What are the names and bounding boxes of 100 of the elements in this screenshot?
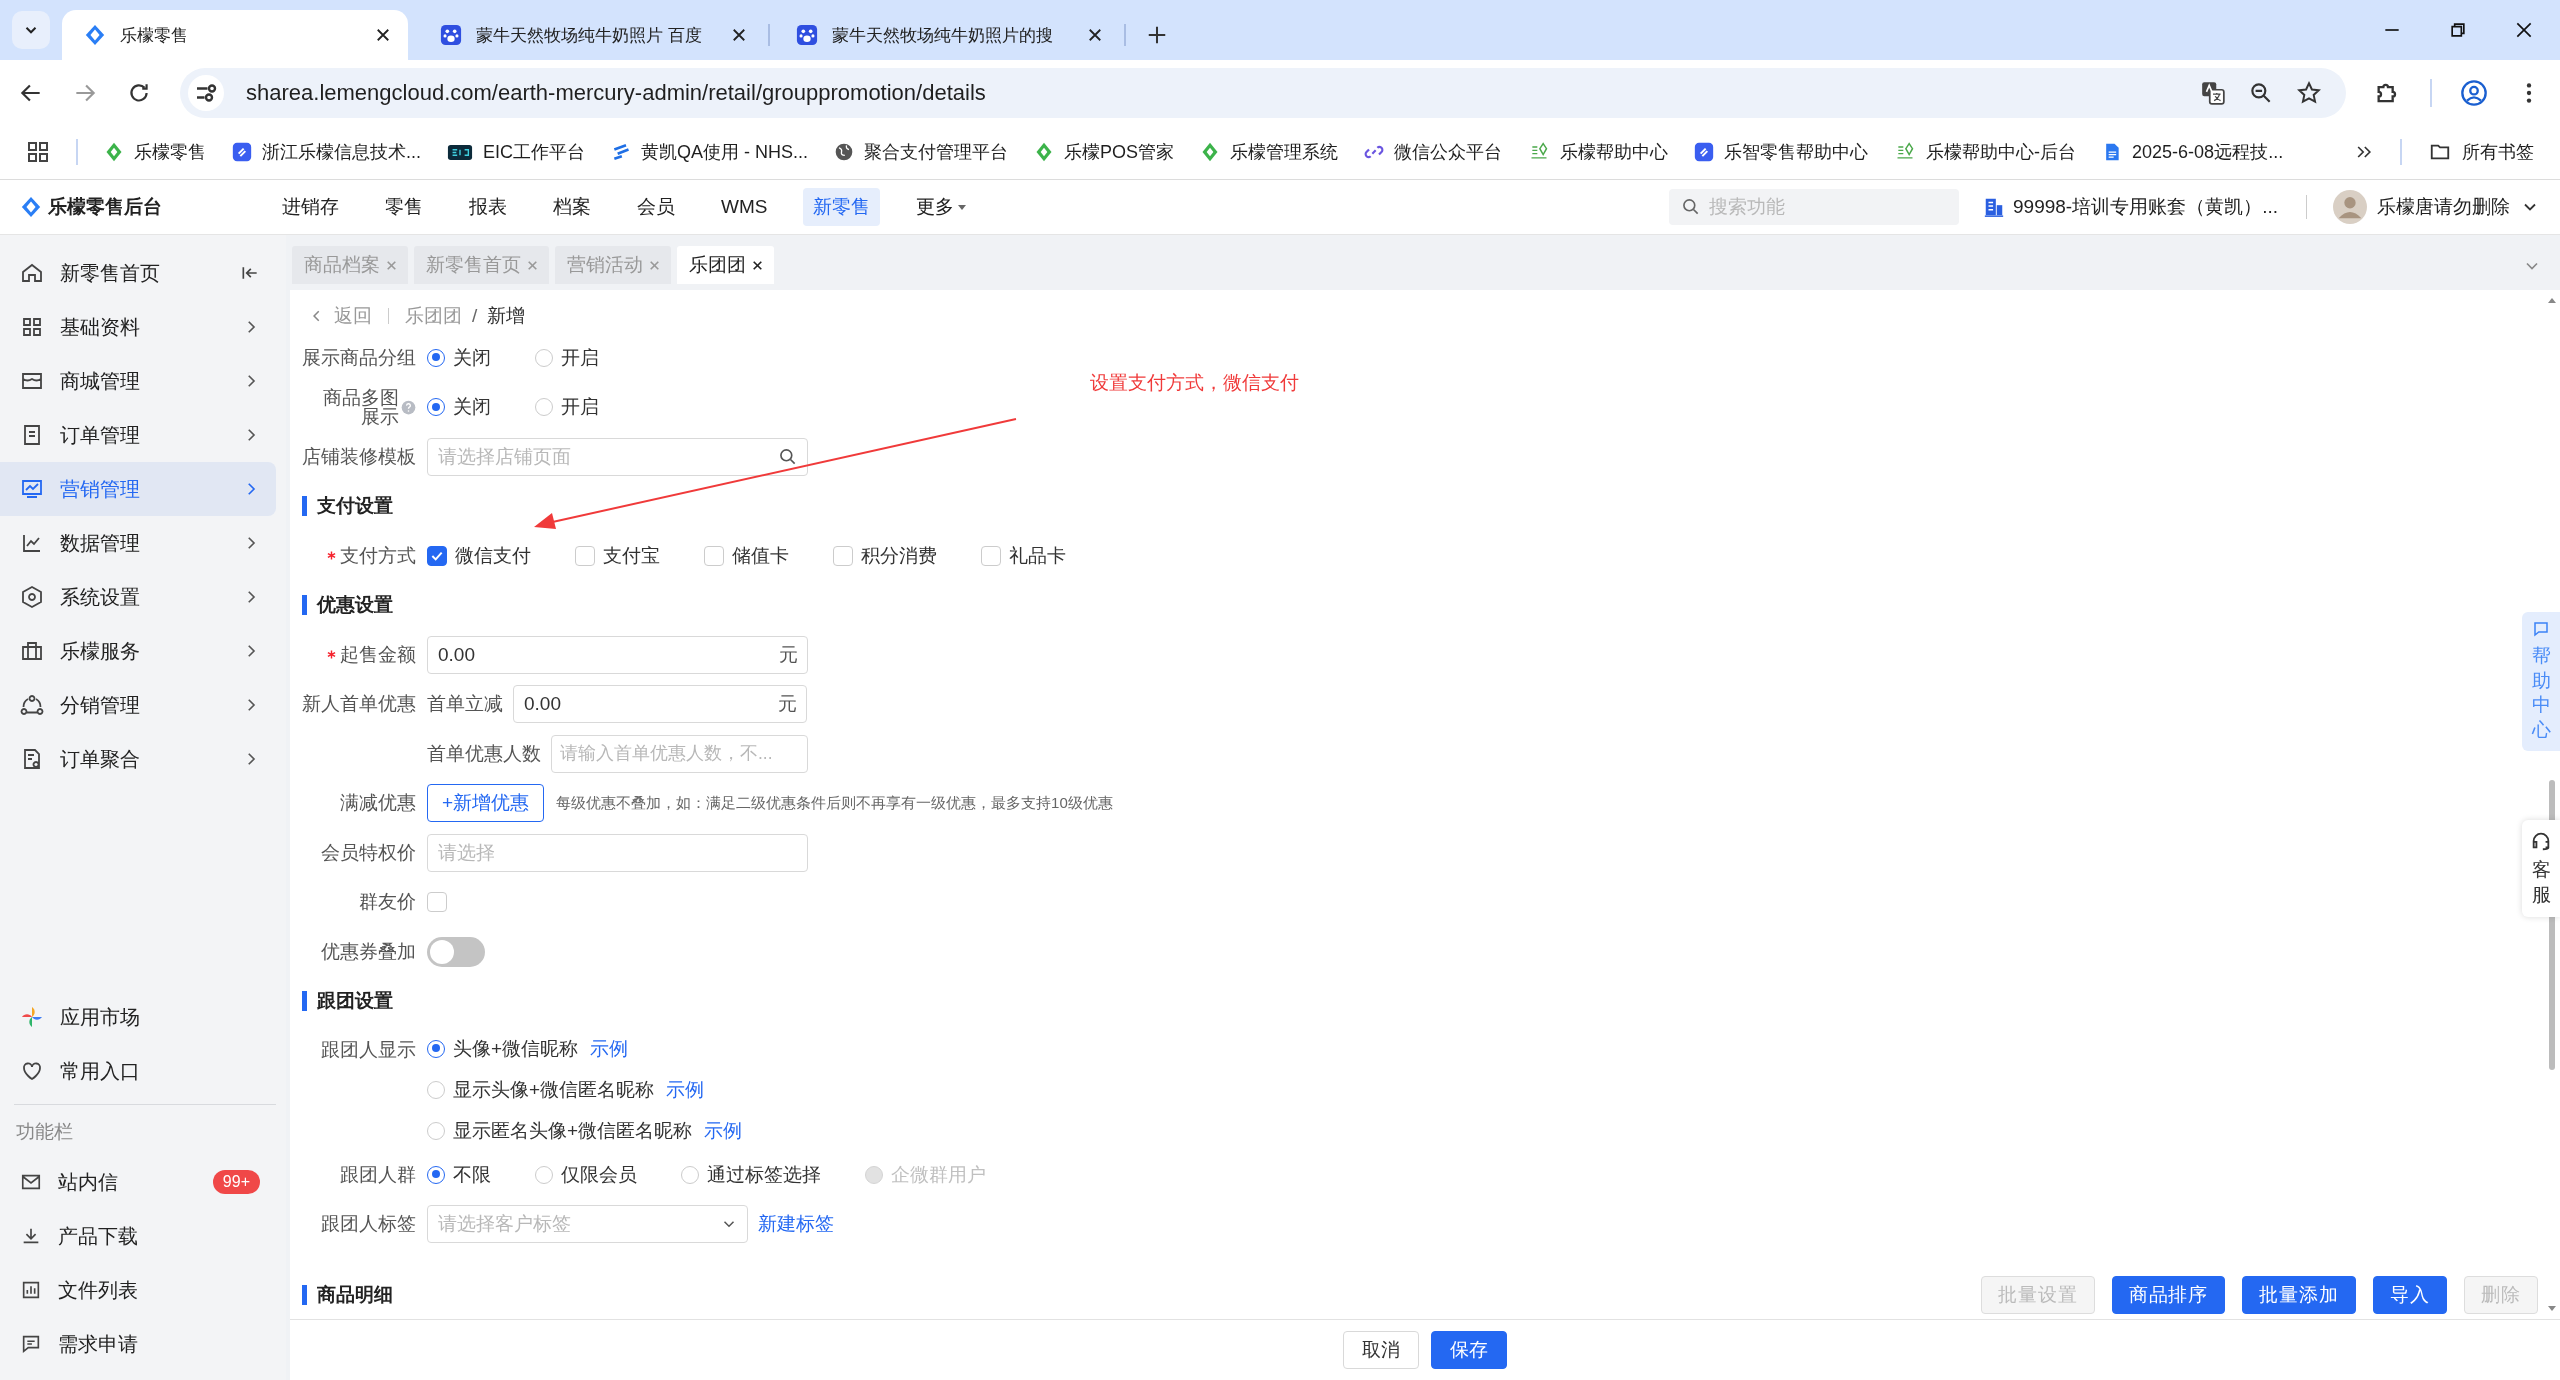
profile-icon[interactable] xyxy=(2460,78,2488,107)
message-icon xyxy=(20,1333,42,1355)
restore-icon[interactable] xyxy=(2448,20,2468,40)
nav-item[interactable]: WMS xyxy=(711,188,778,226)
site-settings-icon[interactable] xyxy=(188,74,224,111)
menu-item[interactable]: 数据管理 xyxy=(0,516,276,570)
radio-button[interactable] xyxy=(427,398,445,417)
field-label: 首单优惠人数 xyxy=(427,741,541,766)
scroll-up-icon[interactable] xyxy=(2547,296,2557,306)
radio-button[interactable] xyxy=(427,1039,445,1058)
menu-item[interactable]: 订单聚合 xyxy=(0,732,276,786)
bookmark[interactable]: 聚合支付管理平台 xyxy=(834,140,1009,164)
input-field[interactable]: 请输入首单优惠人数，不... xyxy=(551,734,808,773)
chat-icon xyxy=(2532,620,2550,638)
action-button[interactable]: 导入 xyxy=(2373,1276,2448,1314)
menu-item[interactable]: 新零售首页 xyxy=(60,259,160,287)
menu-item[interactable]: 文件列表 xyxy=(58,1276,138,1304)
all-bookmarks[interactable]: 所有书签 xyxy=(2428,140,2534,164)
example-link[interactable]: 示例 xyxy=(590,1035,629,1062)
menu-item[interactable]: 营销管理 xyxy=(0,462,276,516)
footer-button[interactable]: 取消 xyxy=(1343,1331,1419,1369)
browser-tab[interactable]: 乐檬零售 xyxy=(62,10,408,60)
radio-button[interactable] xyxy=(427,1165,445,1184)
page-tab[interactable]: 乐团团 xyxy=(677,246,774,284)
bookmark[interactable]: 乐智零售帮助中心 xyxy=(1694,140,1869,164)
bookmark[interactable]: 浙江乐檬信息技术... xyxy=(232,140,421,164)
address-bar[interactable]: sharea.lemengcloud.com/earth-mercury-admin/retail/grouppromotion/details xyxy=(180,67,2346,118)
option-label: 通过标签选择 xyxy=(707,1162,821,1187)
add-discount-button[interactable]: +新增优惠 xyxy=(427,784,545,823)
menu-item[interactable]: 产品下载 xyxy=(58,1222,138,1250)
menu-item[interactable]: 商城管理 xyxy=(0,354,276,408)
menu-item[interactable]: 应用市场 xyxy=(60,1003,140,1031)
input-field[interactable]: 请选择店铺页面 xyxy=(427,437,808,476)
select-field[interactable]: 请选择 xyxy=(427,833,808,872)
menu-item[interactable]: 常用入口 xyxy=(60,1057,140,1085)
section-title: 商品明细 xyxy=(317,1283,393,1307)
diamond-logo-icon xyxy=(84,24,106,46)
menu-item[interactable]: 分销管理 xyxy=(0,678,276,732)
nav-item[interactable]: 更多 xyxy=(906,188,978,226)
bookmark[interactable]: 乐檬帮助中心 xyxy=(1528,140,1669,164)
bookmark[interactable]: 乐檬帮助中心-后台 xyxy=(1894,140,2077,164)
example-link[interactable]: 示例 xyxy=(704,1117,743,1144)
section-title: 跟团设置 xyxy=(317,989,393,1014)
bookmark-label: 乐檬管理系统 xyxy=(1230,141,1339,164)
nav-item[interactable]: 档案 xyxy=(543,188,601,226)
nav-item[interactable]: 报表 xyxy=(459,188,517,226)
star-icon[interactable] xyxy=(2296,79,2322,106)
account-name[interactable]: 99998-培训专用账套（黄凯）... xyxy=(2013,194,2278,220)
nav-item[interactable]: 进销存 xyxy=(272,188,349,226)
menu-item[interactable]: 订单管理 xyxy=(0,408,276,462)
translate-icon[interactable] xyxy=(2200,79,2226,106)
scroll-down-icon[interactable] xyxy=(2547,1303,2557,1313)
close-icon[interactable] xyxy=(751,258,764,272)
menu-item[interactable]: 乐檬服务 xyxy=(0,624,276,678)
new-tag-link[interactable]: 新建标签 xyxy=(758,1211,834,1238)
bookmark-label: EIC工作平台 xyxy=(483,141,586,164)
option-label: 显示匿名头像+微信匿名昵称 xyxy=(453,1118,693,1143)
close-icon[interactable] xyxy=(1086,26,1104,44)
search-icon[interactable] xyxy=(778,446,798,467)
menu-item[interactable]: 需求申请 xyxy=(58,1330,138,1358)
footer-button[interactable]: 保存 xyxy=(1431,1331,1507,1369)
action-button[interactable]: 批量添加 xyxy=(2242,1276,2357,1314)
bookmark-label: 乐智零售帮助中心 xyxy=(1724,141,1869,164)
example-link[interactable]: 示例 xyxy=(666,1076,705,1103)
briefcase-icon xyxy=(20,639,44,663)
building-icon xyxy=(1983,196,2005,218)
bookmark[interactable]: 乐檬零售 xyxy=(104,140,206,164)
customer-service-tab[interactable]: 客服 xyxy=(2522,820,2560,918)
avatar[interactable] xyxy=(2333,190,2367,224)
bookmark[interactable]: 微信公众平台 xyxy=(1364,140,1503,164)
option-label: 礼品卡 xyxy=(1009,543,1066,568)
menu-label: 乐檬服务 xyxy=(60,638,140,664)
select-field[interactable]: 请选择客户标签 xyxy=(427,1205,748,1244)
toggle-switch[interactable] xyxy=(427,936,485,967)
pinwheel-icon xyxy=(20,1005,44,1029)
radio-button[interactable] xyxy=(427,348,445,367)
bookmark[interactable]: 乐檬POS管家 xyxy=(1034,140,1175,164)
bookmark[interactable]: EIC工作平台 xyxy=(447,140,586,164)
apps-grid-icon[interactable] xyxy=(26,140,50,164)
checkbox[interactable] xyxy=(427,545,447,566)
menu-item[interactable]: 站内信 xyxy=(58,1168,118,1196)
menu-label: 基础资料 xyxy=(60,314,140,340)
action-button[interactable]: 商品排序 xyxy=(2111,1276,2226,1314)
close-icon[interactable] xyxy=(730,26,748,44)
nav-item[interactable]: 会员 xyxy=(627,188,685,226)
nav-item[interactable]: 零售 xyxy=(375,188,433,226)
diamond-icon xyxy=(104,142,124,162)
new-tab-icon[interactable] xyxy=(1146,24,1168,46)
bookmark[interactable]: 2025-6-08远程技... xyxy=(2102,140,2284,164)
bookmark[interactable]: 黄凯QA使用 - NHS... xyxy=(611,140,809,164)
section-marker xyxy=(302,496,307,517)
menu-item[interactable]: 系统设置 xyxy=(0,570,276,624)
nav-item[interactable]: 新零售 xyxy=(803,188,881,226)
close-icon[interactable] xyxy=(374,26,392,44)
unit-label: 元 xyxy=(778,692,797,717)
search-field[interactable]: 搜索功能 xyxy=(1669,189,1959,225)
menu-item[interactable]: 基础资料 xyxy=(0,300,276,354)
close-icon[interactable] xyxy=(2514,20,2534,40)
user-name[interactable]: 乐檬唐请勿删除 xyxy=(2377,194,2510,220)
bookmark[interactable]: 乐檬管理系统 xyxy=(1200,140,1339,164)
